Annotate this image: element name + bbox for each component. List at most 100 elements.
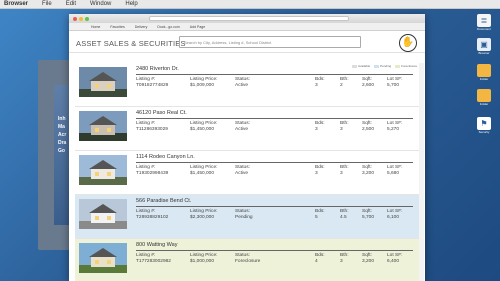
listing-address[interactable]: 1114 Rodeo Canyon Ln. <box>136 154 195 160</box>
shield-icon[interactable]: ⚑ <box>477 117 491 130</box>
divider <box>136 118 413 119</box>
bookmark-favorites[interactable]: Favorites <box>110 25 124 29</box>
dock-item-label: Security <box>478 130 490 134</box>
listing-price-label: Listing Price: <box>190 77 218 82</box>
listing-status-label: Status: <box>235 121 250 126</box>
listing-bth-label: Bth: <box>340 253 349 258</box>
menu-help[interactable]: Help <box>125 1 137 7</box>
listing-row[interactable]: 2480 Riverton Dr. Listing #: T0918277482… <box>75 63 419 107</box>
listing-listing-label: Listing #: <box>136 77 156 82</box>
listing-status-label: Status: <box>235 165 250 170</box>
divider <box>136 206 413 207</box>
dock-item[interactable]: ▣ Browser <box>475 38 493 56</box>
background-window-text: Inh Ma Acr Dra Go <box>58 115 66 155</box>
listing-lot: Lot SF: 5,700 <box>387 77 402 89</box>
dock-item[interactable]: ≣ Document <box>475 14 493 32</box>
listing-bds: Bds: 3 <box>315 165 325 177</box>
listing-price-label: Listing Price: <box>190 165 218 170</box>
listing-bds-label: Bds: <box>315 209 325 214</box>
listing-bth-value: 3 <box>340 127 343 132</box>
dock-item[interactable]: Folder <box>475 64 493 82</box>
listing-status: Status: Pending <box>235 209 253 221</box>
listing-listing: Listing #: T28938829102 <box>136 209 168 221</box>
listing-price-value: $1,009,000 <box>190 83 215 88</box>
bookmark-add-page[interactable]: Add Page <box>190 25 205 29</box>
close-button[interactable] <box>73 16 77 21</box>
listing-bds-value: 3 <box>315 83 318 88</box>
search-input[interactable]: Search by City, Address, Listing #, Scho… <box>179 36 361 48</box>
folder-icon[interactable] <box>477 64 491 77</box>
listing-sqft: Sqft: 3,200 <box>362 253 374 265</box>
folder-icon[interactable] <box>477 89 491 102</box>
listing-bds-label: Bds: <box>315 253 325 258</box>
house-photo[interactable] <box>79 67 127 97</box>
listing-sqft-label: Sqft: <box>362 77 372 82</box>
listing-status-value: Active <box>235 171 249 176</box>
listing-bds-value: 4 <box>315 259 318 264</box>
listing-status-value: Foreclosure <box>235 259 261 264</box>
url-bar[interactable] <box>149 16 349 21</box>
listing-address[interactable]: 46120 Paso Real Ct. <box>136 110 187 116</box>
listing-listing-value: T19302998439 <box>136 171 169 176</box>
listing-bds-label: Bds: <box>315 77 325 82</box>
listing-address[interactable]: 2480 Riverton Dr. <box>136 66 179 72</box>
listing-bds-label: Bds: <box>315 121 325 126</box>
listing-listing: Listing #: T19302998439 <box>136 165 168 177</box>
listing-bth-label: Bth: <box>340 77 349 82</box>
listing-lot-value: 5,700 <box>387 83 400 88</box>
listing-bds: Bds: 3 <box>315 77 325 89</box>
listing-bds-value: 3 <box>315 171 318 176</box>
listing-bth: Bth: 4.5 <box>340 209 349 221</box>
listing-bds: Bds: 4 <box>315 253 325 265</box>
listing-sqft-value: 2,500 <box>362 127 375 132</box>
listing-row[interactable]: 566 Paradise Bend Ct. Listing #: T289388… <box>75 195 419 239</box>
listing-address[interactable]: 566 Paradise Bend Ct. <box>136 198 191 204</box>
listing-row[interactable]: 1114 Rodeo Canyon Ln. Listing #: T193029… <box>75 151 419 195</box>
house-photo[interactable] <box>79 243 127 273</box>
listing-sqft-value: 5,700 <box>362 215 375 220</box>
bookmark-home[interactable]: Home <box>91 25 100 29</box>
bookmark-delivery[interactable]: Delivery <box>135 25 148 29</box>
house-photo[interactable] <box>79 155 127 185</box>
listing-lot: Lot SF: 5,680 <box>387 165 402 177</box>
document-icon[interactable]: ≣ <box>477 14 491 27</box>
listing-row[interactable]: 46120 Paso Real Ct. Listing #: T11286393… <box>75 107 419 151</box>
scrollbar[interactable] <box>419 63 424 281</box>
listing-row[interactable]: 800 Watting Way Listing #: T177283002982… <box>75 239 419 281</box>
site-title[interactable]: ASSET SALES & SECURITIES <box>76 39 186 48</box>
listing-price: Listing Price: $1,450,000 <box>190 121 217 133</box>
listing-price: Listing Price: $2,300,000 <box>190 209 217 221</box>
listing-listing: Listing #: T11286393029 <box>136 121 168 133</box>
listing-sqft-value: 3,200 <box>362 171 375 176</box>
menu-edit[interactable]: Edit <box>66 1 76 7</box>
listing-lot-value: 6,400 <box>387 259 400 264</box>
listing-sqft-label: Sqft: <box>362 165 372 170</box>
minimize-button[interactable] <box>79 16 83 21</box>
listing-listing-label: Listing #: <box>136 253 156 258</box>
divider <box>136 250 413 251</box>
house-photo[interactable] <box>79 199 127 229</box>
dock-item[interactable]: ⚑ Security <box>475 117 493 135</box>
listing-lot-label: Lot SF: <box>387 121 403 126</box>
menu-app-name[interactable]: Browser <box>4 1 28 7</box>
listing-bth-label: Bth: <box>340 121 349 126</box>
listing-status-label: Status: <box>235 253 250 258</box>
listing-lot-value: 5,270 <box>387 127 400 132</box>
menu-file[interactable]: File <box>42 1 52 7</box>
listing-bds-value: 3 <box>315 127 318 132</box>
dock-item-label: Document <box>477 27 491 31</box>
listing-sqft: Sqft: 3,200 <box>362 165 374 177</box>
dock-item[interactable]: Folder <box>475 89 493 107</box>
listing-address[interactable]: 800 Watting Way <box>136 242 177 248</box>
listing-listing-label: Listing #: <box>136 121 156 126</box>
browser-icon[interactable]: ▣ <box>477 38 491 51</box>
listing-listing-label: Listing #: <box>136 165 156 170</box>
bookmark-dock[interactable]: Dock...go.com <box>157 25 179 29</box>
menu-window[interactable]: Window <box>90 1 111 7</box>
listing-price-value: $1,450,000 <box>190 171 215 176</box>
house-photo[interactable] <box>79 111 127 141</box>
zoom-button[interactable] <box>85 16 89 21</box>
listing-bth-value: 2 <box>340 83 343 88</box>
handshake-logo-icon[interactable]: ✋ <box>399 34 417 52</box>
listing-price-label: Listing Price: <box>190 253 218 258</box>
